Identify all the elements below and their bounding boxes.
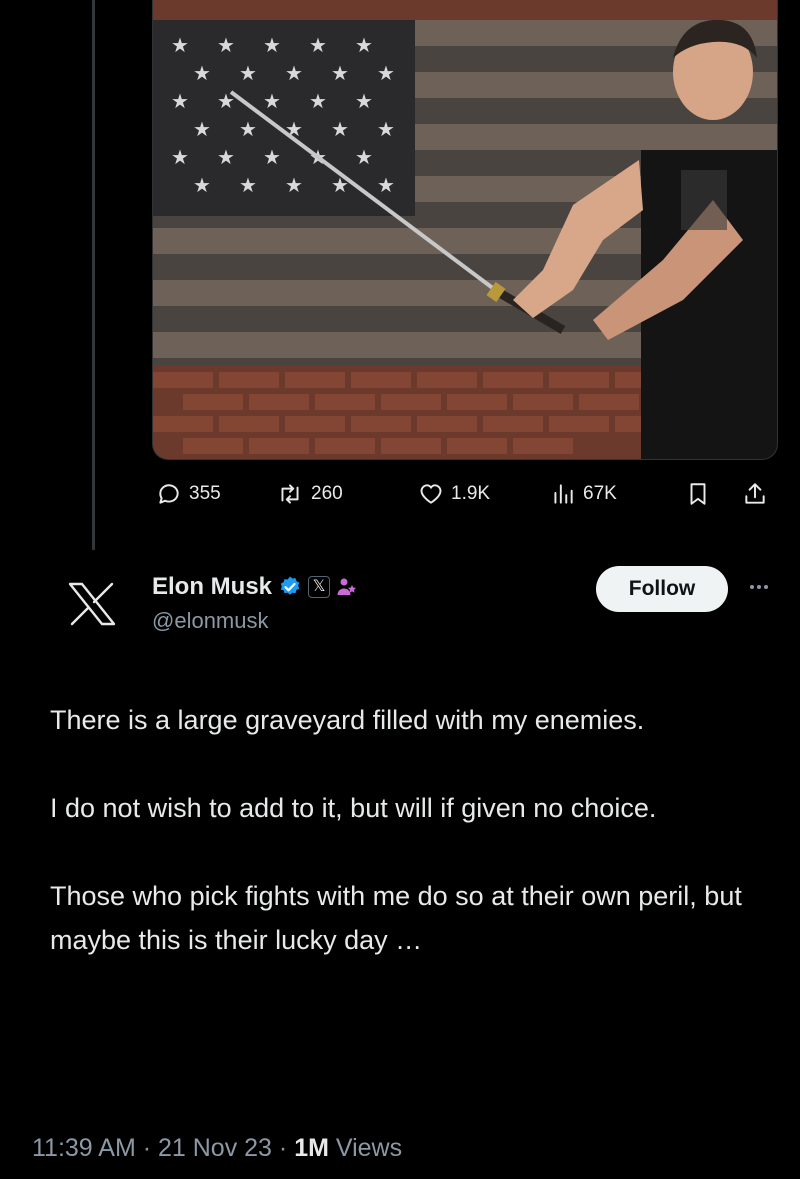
- svg-text:★: ★: [217, 33, 235, 57]
- svg-text:★: ★: [263, 89, 281, 113]
- svg-text:★: ★: [285, 173, 303, 197]
- share-button[interactable]: [742, 472, 768, 516]
- svg-text:★: ★: [171, 33, 189, 57]
- svg-text:★: ★: [239, 117, 257, 141]
- author-handle[interactable]: @elonmusk: [152, 608, 358, 634]
- x-logo-icon: [68, 582, 116, 626]
- svg-text:★: ★: [377, 117, 395, 141]
- svg-text:★: ★: [355, 33, 373, 57]
- tweet-date[interactable]: 21 Nov 23: [158, 1134, 272, 1162]
- thread-line: [92, 0, 95, 550]
- tweet-page: ★★★★★ ★★★★★ ★★★★★ ★★★★★ ★★★★★ ★★★★★: [0, 0, 800, 1179]
- bookmark-icon: [690, 483, 706, 505]
- verified-badge-icon: [278, 575, 302, 599]
- svg-text:★: ★: [263, 145, 281, 169]
- svg-text:★: ★: [171, 89, 189, 113]
- tweet-meta: 11:39 AM · 21 Nov 23 · 1M Views: [32, 1134, 402, 1163]
- affiliate-x-badge[interactable]: 𝕏: [308, 576, 331, 598]
- svg-text:★: ★: [193, 173, 211, 197]
- reply-icon: [159, 484, 179, 504]
- share-icon: [745, 483, 765, 504]
- like-count: 1.9K: [451, 483, 491, 504]
- repost-icon: [281, 484, 299, 504]
- tweet-views-count: 1M: [294, 1134, 329, 1162]
- x-logo-avatar[interactable]: [66, 582, 118, 631]
- tweet-time[interactable]: 11:39 AM: [32, 1134, 136, 1162]
- repost-count: 260: [311, 483, 343, 504]
- follow-button[interactable]: Follow: [596, 566, 728, 612]
- svg-text:★: ★: [355, 89, 373, 113]
- svg-text:★: ★: [331, 61, 349, 85]
- action-bar: 355 260 1.9K 67K: [152, 472, 782, 516]
- svg-text:★: ★: [331, 117, 349, 141]
- svg-text:★: ★: [239, 173, 257, 197]
- svg-text:★: ★: [355, 145, 373, 169]
- author-name[interactable]: Elon Musk: [152, 573, 272, 601]
- bookmark-button[interactable]: [686, 472, 710, 516]
- tweet-paragraph: There is a large graveyard filled with m…: [50, 705, 645, 735]
- views-chart-icon: [554, 484, 573, 504]
- repost-button[interactable]: 260: [276, 472, 343, 516]
- like-button[interactable]: 1.9K: [418, 472, 490, 516]
- author-block: Elon Musk 𝕏 @elonmusk: [152, 570, 358, 634]
- more-options-icon[interactable]: [742, 574, 776, 600]
- heart-icon: [420, 484, 442, 504]
- views-count: 67K: [583, 483, 617, 504]
- svg-text:★: ★: [193, 61, 211, 85]
- tweet-paragraph: I do not wish to add to it, but will if …: [50, 793, 657, 823]
- tweet-photo[interactable]: ★★★★★ ★★★★★ ★★★★★ ★★★★★ ★★★★★ ★★★★★: [152, 0, 778, 460]
- svg-text:★: ★: [309, 89, 327, 113]
- svg-text:★: ★: [377, 173, 395, 197]
- svg-text:★: ★: [239, 61, 257, 85]
- svg-text:★: ★: [263, 33, 281, 57]
- reply-count: 355: [189, 483, 221, 504]
- reply-button[interactable]: 355: [156, 472, 221, 516]
- svg-text:★: ★: [193, 117, 211, 141]
- svg-text:★: ★: [285, 61, 303, 85]
- government-affiliate-icon: [336, 576, 358, 598]
- tweet-paragraph: Those who pick fights with me do so at t…: [50, 881, 742, 955]
- author-name-row: Elon Musk 𝕏: [152, 570, 358, 604]
- tweet-text: There is a large graveyard filled with m…: [50, 698, 770, 1006]
- photo-illustration: ★★★★★ ★★★★★ ★★★★★ ★★★★★ ★★★★★ ★★★★★: [153, 0, 777, 459]
- svg-text:★: ★: [217, 145, 235, 169]
- svg-text:★: ★: [309, 33, 327, 57]
- meta-separator: ·: [135, 1134, 158, 1162]
- views-button[interactable]: 67K: [550, 472, 617, 516]
- svg-text:★: ★: [377, 61, 395, 85]
- tweet-views-label: Views: [335, 1134, 403, 1162]
- svg-text:★: ★: [171, 145, 189, 169]
- meta-separator: ·: [271, 1134, 295, 1162]
